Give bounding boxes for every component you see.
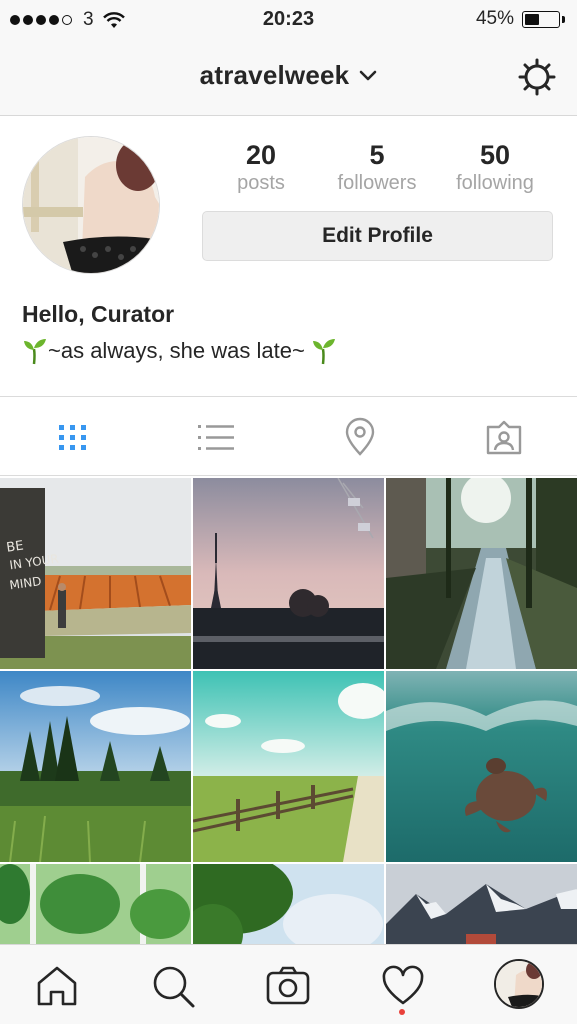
grid-post-eiffel-tower[interactable] bbox=[193, 478, 384, 669]
posts-label: posts bbox=[237, 172, 285, 194]
bottom-tab-bar bbox=[0, 944, 577, 1024]
battery-icon bbox=[522, 10, 560, 28]
tagged-photos-icon[interactable] bbox=[484, 417, 524, 457]
followers-number: 5 bbox=[369, 140, 385, 170]
home-icon[interactable] bbox=[34, 963, 80, 1009]
grid-post-tree-sky[interactable] bbox=[193, 864, 384, 944]
followers-count[interactable]: 5 followers bbox=[327, 140, 427, 196]
svg-text:BE: BE bbox=[5, 538, 24, 555]
grid-post-pine-forest[interactable] bbox=[0, 671, 191, 862]
grid-icon[interactable] bbox=[53, 417, 93, 457]
profile-username[interactable]: atravelweek bbox=[200, 60, 350, 91]
bio-name: Hello, Curator bbox=[22, 301, 175, 327]
location-pin-icon[interactable] bbox=[340, 417, 380, 457]
following-label: following bbox=[456, 172, 534, 194]
bio-text: ~as always, she was late~ bbox=[48, 338, 305, 363]
seedling-icon bbox=[312, 339, 335, 365]
seedling-icon bbox=[24, 339, 46, 365]
status-bar: 3 20:23 45% bbox=[0, 0, 577, 40]
search-icon[interactable] bbox=[150, 963, 196, 1009]
grid-post-canal[interactable] bbox=[386, 478, 577, 669]
activity-notification-dot bbox=[399, 1009, 405, 1015]
avatar-photo bbox=[23, 137, 159, 273]
posts-number: 20 bbox=[245, 140, 277, 170]
list-icon[interactable] bbox=[196, 417, 236, 457]
photo-grid: BE IN YOUR MIND bbox=[0, 478, 577, 944]
following-count[interactable]: 50 following bbox=[443, 140, 547, 196]
grid-post-underwater-turtle[interactable] bbox=[386, 671, 577, 862]
following-number: 50 bbox=[479, 140, 511, 170]
grid-post-field-fence[interactable] bbox=[193, 671, 384, 862]
battery-level bbox=[525, 13, 539, 25]
grid-post-palm-window[interactable] bbox=[0, 864, 191, 944]
chevron-down-icon[interactable] bbox=[359, 70, 377, 82]
bio: ~as always, she was late~ bbox=[22, 337, 337, 365]
heart-icon[interactable] bbox=[380, 963, 426, 1009]
posts-count[interactable]: 20 posts bbox=[216, 140, 306, 196]
gear-icon[interactable] bbox=[517, 57, 557, 97]
nav-bar: atravelweek bbox=[0, 40, 577, 116]
profile-avatar[interactable] bbox=[22, 136, 160, 274]
followers-label: followers bbox=[337, 172, 417, 194]
profile-view-tabs bbox=[0, 396, 577, 476]
battery-cap bbox=[562, 15, 565, 23]
account-switcher[interactable]: atravelweek bbox=[0, 60, 577, 91]
grid-post-mountains[interactable] bbox=[386, 864, 577, 944]
camera-icon[interactable] bbox=[265, 963, 311, 1009]
grid-post-tulip-field[interactable]: BE IN YOUR MIND bbox=[0, 478, 191, 669]
edit-profile-button[interactable]: Edit Profile bbox=[202, 211, 553, 261]
battery-status: 45% bbox=[476, 8, 565, 30]
battery-percent: 45% bbox=[475, 8, 514, 29]
avatar[interactable] bbox=[494, 959, 544, 1009]
